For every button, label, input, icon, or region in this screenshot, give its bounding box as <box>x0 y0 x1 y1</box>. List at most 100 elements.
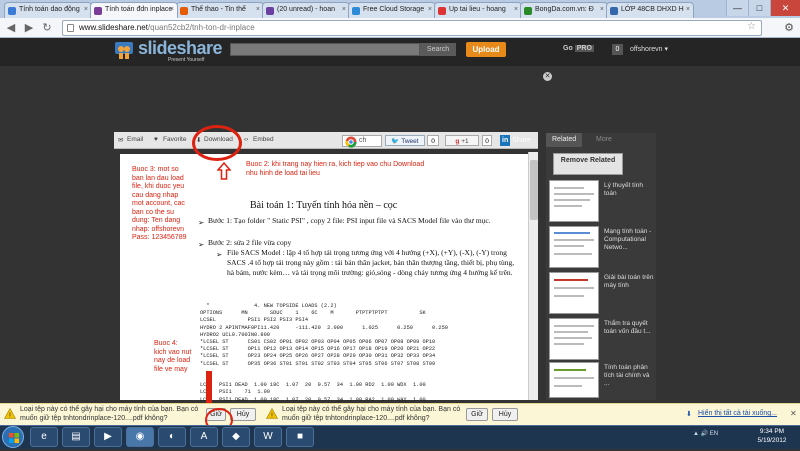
forward-icon[interactable]: ▶ <box>22 21 36 35</box>
tab-more[interactable]: More <box>590 133 618 147</box>
back-icon[interactable]: ◀ <box>4 21 18 35</box>
related-title[interactable]: Mạng tính toán - Computational Netwo... <box>604 228 654 252</box>
maximize-button[interactable]: □ <box>748 0 770 16</box>
linkedin-icon: in <box>500 135 511 146</box>
annotation-step-3: Buoc 3: mot so ban lan dau load file, kh… <box>132 166 187 241</box>
linkedin-share-button[interactable]: in Share <box>500 135 536 146</box>
scrollbar-thumb[interactable] <box>530 160 538 220</box>
search-input[interactable] <box>230 43 420 56</box>
related-title[interactable]: Lý thuyết tính toán <box>604 182 654 198</box>
share-label: Share <box>512 137 531 144</box>
tab-close-icon[interactable]: × <box>514 6 518 13</box>
discard-button-2[interactable]: Hủy <box>492 408 518 421</box>
minimize-button[interactable]: — <box>726 0 748 16</box>
bullet-icon: ➢ <box>198 218 205 227</box>
tab-favicon-icon <box>524 7 532 15</box>
close-ad-icon[interactable]: ✕ <box>543 72 552 81</box>
tweet-label: Tweet <box>401 138 419 145</box>
gplus-icon: g <box>455 138 460 145</box>
document-bullet-1: Bước 1: Tạo folder " Static PSI" , copy … <box>208 216 491 225</box>
user-menu[interactable]: offshorevn ▾ <box>630 45 668 53</box>
related-item[interactable]: Giải bài toán trên máy tính <box>549 272 654 316</box>
document-scrollbar[interactable] <box>528 152 538 400</box>
tab-favicon-icon <box>610 7 618 15</box>
browser-tab[interactable]: BongDa.com.vn: Đ × <box>520 2 608 18</box>
tab-close-icon[interactable]: × <box>600 6 604 13</box>
tab-favicon-icon <box>8 7 16 15</box>
related-title[interactable]: Giải bài toán trên máy tính <box>604 274 654 290</box>
warning-icon: ! <box>266 408 278 419</box>
favorite-link[interactable]: Favorite <box>163 136 186 143</box>
show-all-downloads-link[interactable]: Hiển thị tất cả tài xuống... <box>698 410 777 417</box>
system-tray[interactable]: ▲ 🔊 EN <box>693 430 718 437</box>
related-item[interactable]: Thẩm tra quyết toán vốn đầu t... <box>549 318 653 362</box>
wrench-icon[interactable]: ⚙ <box>784 21 794 34</box>
bookmark-star-icon[interactable]: ☆ <box>747 21 756 32</box>
notification-count[interactable]: 0 <box>612 44 623 55</box>
arrow-up-icon <box>217 162 231 180</box>
browser-tab[interactable]: LỚP 48CB DHXD H × <box>606 2 694 18</box>
related-thumbnail <box>549 362 599 398</box>
explorer-taskbar-icon[interactable]: ▤ <box>62 427 90 447</box>
tab-favicon-icon <box>180 7 188 15</box>
word-taskbar-icon[interactable]: W <box>254 427 282 447</box>
browser-tab[interactable]: Tính toán dao động × <box>4 2 92 18</box>
browser-tab[interactable]: Tính toán đdn inplace × <box>90 2 178 18</box>
clock[interactable]: 9:34 PM 5/19/2012 <box>746 427 798 445</box>
pdf-taskbar-icon[interactable]: A <box>190 427 218 447</box>
tab-close-icon[interactable]: × <box>170 6 174 13</box>
keep-button-2[interactable]: Giữ <box>466 408 488 421</box>
tagline: Present Yourself <box>168 57 205 63</box>
close-window-button[interactable]: ✕ <box>770 0 800 16</box>
tab-label: LỚP 48CB DHXD H <box>621 6 684 13</box>
discard-button-1[interactable]: Hủy <box>230 408 256 421</box>
tab-close-icon[interactable]: × <box>686 6 690 13</box>
close-download-bar-icon[interactable]: ✕ <box>790 409 797 418</box>
embed-link[interactable]: Embed <box>253 136 274 143</box>
tweet-button[interactable]: 🐦 Tweet <box>385 135 425 146</box>
related-title[interactable]: Thẩm tra quyết toán vốn đầu t... <box>604 320 654 336</box>
email-link[interactable]: Email <box>127 136 143 143</box>
reload-icon[interactable]: ↻ <box>40 21 54 35</box>
related-item[interactable]: Mạng tính toán - Computational Netwo... <box>549 226 653 270</box>
tab-label: (20 unread) - hoan <box>277 6 335 13</box>
upload-button[interactable]: Upload <box>466 42 506 57</box>
ie-taskbar-icon[interactable]: e <box>30 427 58 447</box>
remove-related-button[interactable]: Remove Related <box>553 153 623 175</box>
browser-tab[interactable]: (20 unread) - hoan × <box>262 2 350 18</box>
search-button[interactable]: Search <box>420 43 456 56</box>
tab-label: Tính toán đdn inplace <box>105 6 173 13</box>
app2-taskbar-icon[interactable]: ■ <box>286 427 314 447</box>
tab-related[interactable]: Related <box>546 133 583 147</box>
start-button[interactable] <box>2 426 24 448</box>
address-bar[interactable]: www.slideshare.net/quan52cb2/tnh-ton-dr-… <box>62 20 762 36</box>
gplus-label: +1 <box>461 138 469 145</box>
related-title[interactable]: Tính toán phân tích tài chính và ... <box>604 364 654 388</box>
favorite-icon: ♥ <box>154 136 158 143</box>
app-taskbar-icon[interactable]: ◆ <box>222 427 250 447</box>
gplus-button[interactable]: g +1 <box>445 135 479 146</box>
tab-close-icon[interactable]: × <box>256 6 260 13</box>
tab-favicon-icon <box>438 7 446 15</box>
chrome-taskbar-icon[interactable]: ◉ <box>126 427 154 447</box>
browser-tab[interactable]: Free Cloud Storage × <box>348 2 436 18</box>
related-item[interactable]: Lý thuyết tính toán <box>549 180 653 224</box>
tab-close-icon[interactable]: × <box>342 6 346 13</box>
tab-close-icon[interactable]: × <box>84 6 88 13</box>
browser-tab[interactable]: Up tai lieu - hoang × <box>434 2 522 18</box>
related-thumbnail <box>549 180 599 222</box>
warning-icon: ! <box>4 408 16 419</box>
download-warning-1: Loại tệp này có thể gây hại cho máy tính… <box>20 406 199 422</box>
related-item[interactable]: Tính toán phân tích tài chính và ... <box>549 362 653 400</box>
document-sub-bullet: File SACS Model : lập 4 tổ hợp tải trọng… <box>227 248 515 277</box>
go-pro-link[interactable]: Go PRO <box>563 45 594 52</box>
slideshare-logo-text[interactable]: slideshare <box>138 38 223 59</box>
slideshare-logo-icon[interactable] <box>114 41 134 61</box>
media-taskbar-icon[interactable]: ▶ <box>94 427 122 447</box>
download-warning-2: Loại tệp này có thể gây hại cho máy tính… <box>282 406 461 422</box>
browser-tab[interactable]: Thể thao - Tin thể × <box>176 2 264 18</box>
chrome-logo-button[interactable]: ch <box>342 135 382 148</box>
tab-close-icon[interactable]: × <box>428 6 432 13</box>
firefox-taskbar-icon[interactable]: ◐ <box>158 427 186 447</box>
go-label: Go <box>563 45 573 52</box>
